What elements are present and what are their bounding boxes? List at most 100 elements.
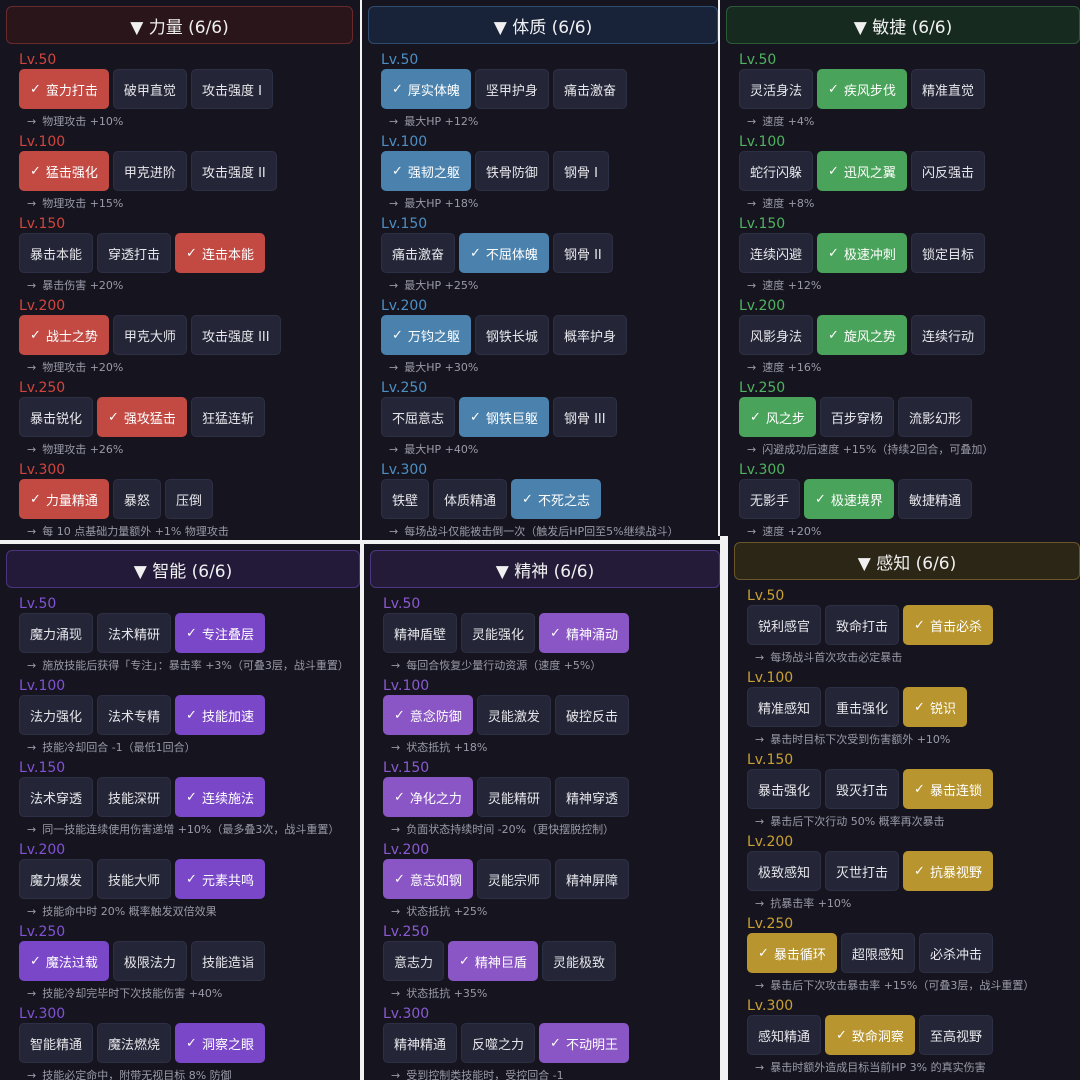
skill-button[interactable]: 攻击强度 I xyxy=(190,69,273,109)
skill-button[interactable]: 体质精通 xyxy=(433,479,508,519)
skill-button-selected[interactable]: ✓ 迅风之翼 xyxy=(817,151,907,191)
skill-button[interactable]: 灵能极致 xyxy=(541,941,616,981)
skill-button[interactable]: 法术穿透 xyxy=(19,777,94,817)
skill-button-selected[interactable]: ✓ 不动明王 xyxy=(539,1023,629,1063)
skill-button[interactable]: 锁定目标 xyxy=(910,233,985,273)
skill-button[interactable]: 坚甲护身 xyxy=(474,69,549,109)
skill-button[interactable]: 精准感知 xyxy=(747,687,822,727)
skill-button[interactable]: 无影手 xyxy=(739,479,801,519)
skill-button[interactable]: 意志力 xyxy=(383,941,445,981)
skill-button[interactable]: 法力强化 xyxy=(19,695,94,735)
skill-button[interactable]: 概率护身 xyxy=(552,315,627,355)
skill-button[interactable]: 破控反击 xyxy=(554,695,629,735)
skill-button[interactable]: 重击强化 xyxy=(825,687,900,727)
panel-header-strength[interactable]: ▼ 力量 (6/6) xyxy=(6,6,353,44)
skill-button[interactable]: 灵活身法 xyxy=(739,69,814,109)
skill-button-selected[interactable]: ✓ 疾风步伐 xyxy=(817,69,907,109)
skill-button-selected[interactable]: ✓ 力量精通 xyxy=(19,479,109,519)
skill-button-selected[interactable]: ✓ 专注叠层 xyxy=(175,613,265,653)
skill-button[interactable]: 魔法燃烧 xyxy=(97,1023,172,1063)
skill-button[interactable]: 法术专精 xyxy=(97,695,172,735)
skill-button-selected[interactable]: ✓ 精神涌动 xyxy=(539,613,629,653)
skill-button[interactable]: 精神屏障 xyxy=(554,859,629,899)
skill-button-selected[interactable]: ✓ 钢铁巨躯 xyxy=(459,397,549,437)
skill-button[interactable]: 锐利感官 xyxy=(747,605,822,645)
skill-button[interactable]: 超限感知 xyxy=(840,933,915,973)
skill-button[interactable]: 极致感知 xyxy=(747,851,822,891)
skill-button[interactable]: 精神精通 xyxy=(383,1023,458,1063)
skill-button[interactable]: 灵能强化 xyxy=(461,613,536,653)
skill-button[interactable]: 暴击锐化 xyxy=(19,397,94,437)
skill-button[interactable]: 暴怒 xyxy=(112,479,161,519)
skill-button[interactable]: 钢铁长城 xyxy=(474,315,549,355)
skill-button-selected[interactable]: ✓ 强韧之躯 xyxy=(381,151,471,191)
skill-button[interactable]: 致命打击 xyxy=(825,605,900,645)
skill-button[interactable]: 灭世打击 xyxy=(825,851,900,891)
skill-button[interactable]: 暴击强化 xyxy=(747,769,822,809)
skill-button[interactable]: 技能深研 xyxy=(97,777,172,817)
skill-button-selected[interactable]: ✓ 旋风之势 xyxy=(817,315,907,355)
skill-button[interactable]: 百步穿杨 xyxy=(819,397,894,437)
skill-button[interactable]: 痛击激奋 xyxy=(381,233,456,273)
skill-button[interactable]: 钢骨 I xyxy=(552,151,609,191)
skill-button[interactable]: 反噬之力 xyxy=(461,1023,536,1063)
skill-button[interactable]: 感知精通 xyxy=(747,1015,822,1055)
skill-button[interactable]: 破甲直觉 xyxy=(112,69,187,109)
skill-button[interactable]: 至高视野 xyxy=(918,1015,993,1055)
skill-button-selected[interactable]: ✓ 抗暴视野 xyxy=(903,851,993,891)
skill-button[interactable]: 压倒 xyxy=(164,479,213,519)
skill-button[interactable]: 铁壁 xyxy=(381,479,430,519)
skill-button-selected[interactable]: ✓ 不死之志 xyxy=(511,479,601,519)
skill-button[interactable]: 暴击本能 xyxy=(19,233,94,273)
skill-button[interactable]: 钢骨 III xyxy=(552,397,617,437)
skill-button[interactable]: 不屈意志 xyxy=(381,397,456,437)
skill-button[interactable]: 灵能宗师 xyxy=(476,859,551,899)
skill-button[interactable]: 风影身法 xyxy=(739,315,814,355)
skill-button[interactable]: 铁骨防御 xyxy=(474,151,549,191)
panel-header-perception[interactable]: ▼ 感知 (6/6) xyxy=(734,542,1080,580)
skill-button[interactable]: 闪反强击 xyxy=(910,151,985,191)
panel-header-intelligence[interactable]: ▼ 智能 (6/6) xyxy=(6,550,360,588)
skill-button-selected[interactable]: ✓ 意念防御 xyxy=(383,695,473,735)
skill-button-selected[interactable]: ✓ 锐识 xyxy=(903,687,967,727)
skill-button[interactable]: 攻击强度 II xyxy=(190,151,277,191)
skill-button-selected[interactable]: ✓ 元素共鸣 xyxy=(175,859,265,899)
skill-button-selected[interactable]: ✓ 精神巨盾 xyxy=(448,941,538,981)
skill-button[interactable]: 流影幻形 xyxy=(897,397,972,437)
panel-header-spirit[interactable]: ▼ 精神 (6/6) xyxy=(370,550,720,588)
skill-button-selected[interactable]: ✓ 暴击循环 xyxy=(747,933,837,973)
skill-button[interactable]: 智能精通 xyxy=(19,1023,94,1063)
skill-button-selected[interactable]: ✓ 意志如钢 xyxy=(383,859,473,899)
skill-button[interactable]: 甲克进阶 xyxy=(112,151,187,191)
skill-button-selected[interactable]: ✓ 技能加速 xyxy=(175,695,265,735)
skill-button[interactable]: 灵能激发 xyxy=(476,695,551,735)
panel-header-constitution[interactable]: ▼ 体质 (6/6) xyxy=(368,6,718,44)
skill-button-selected[interactable]: ✓ 不屈体魄 xyxy=(459,233,549,273)
skill-button-selected[interactable]: ✓ 万钧之躯 xyxy=(381,315,471,355)
skill-button-selected[interactable]: ✓ 极速境界 xyxy=(804,479,894,519)
skill-button[interactable]: 穿透打击 xyxy=(97,233,172,273)
skill-button-selected[interactable]: ✓ 厚实体魄 xyxy=(381,69,471,109)
skill-button-selected[interactable]: ✓ 首击必杀 xyxy=(903,605,993,645)
skill-button[interactable]: 痛击激奋 xyxy=(552,69,627,109)
skill-button[interactable]: 蛇行闪躲 xyxy=(739,151,814,191)
skill-button-selected[interactable]: ✓ 暴击连锁 xyxy=(903,769,993,809)
panel-header-agility[interactable]: ▼ 敏捷 (6/6) xyxy=(726,6,1080,44)
skill-button-selected[interactable]: ✓ 洞察之眼 xyxy=(175,1023,265,1063)
skill-button[interactable]: 极限法力 xyxy=(112,941,187,981)
skill-button[interactable]: 连续行动 xyxy=(910,315,985,355)
skill-button-selected[interactable]: ✓ 魔法过载 xyxy=(19,941,109,981)
skill-button[interactable]: 精神盾壁 xyxy=(383,613,458,653)
skill-button-selected[interactable]: ✓ 强攻猛击 xyxy=(97,397,187,437)
skill-button-selected[interactable]: ✓ 连续施法 xyxy=(175,777,265,817)
skill-button-selected[interactable]: ✓ 战士之势 xyxy=(19,315,109,355)
skill-button-selected[interactable]: ✓ 净化之力 xyxy=(383,777,473,817)
skill-button-selected[interactable]: ✓ 致命洞察 xyxy=(825,1015,915,1055)
skill-button[interactable]: 法术精研 xyxy=(97,613,172,653)
skill-button-selected[interactable]: ✓ 风之步 xyxy=(739,397,816,437)
skill-button[interactable]: 甲克大师 xyxy=(112,315,187,355)
skill-button[interactable]: 魔力涌现 xyxy=(19,613,94,653)
skill-button[interactable]: 钢骨 II xyxy=(552,233,613,273)
skill-button[interactable]: 狂猛连斩 xyxy=(190,397,265,437)
skill-button[interactable]: 技能大师 xyxy=(97,859,172,899)
